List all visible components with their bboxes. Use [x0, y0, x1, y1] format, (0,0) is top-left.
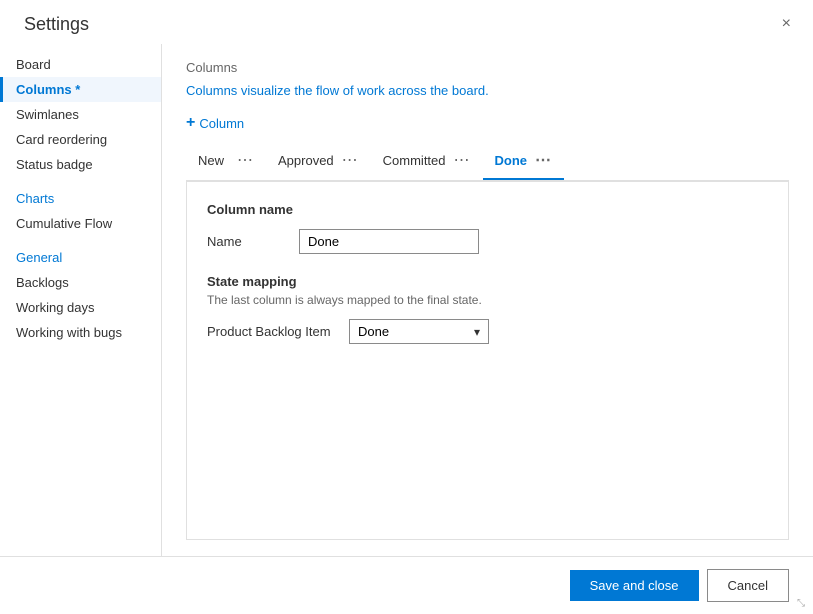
sidebar: Board Columns * Swimlanes Card reorderin… [0, 44, 162, 556]
tab-done[interactable]: Done ⋯ [483, 144, 565, 180]
settings-dialog: Settings × Board Columns * Swimlanes Car… [0, 0, 813, 614]
columns-tabs: New ⋯ Approved ⋯ Committed ⋯ Done ⋯ [186, 144, 789, 181]
column-detail-panel: Column name Name State mapping The last … [186, 181, 789, 540]
tab-approved-label: Approved [278, 153, 334, 168]
sidebar-item-cumulative-flow[interactable]: Cumulative Flow [0, 211, 161, 236]
state-mapping-info: The last column is always mapped to the … [207, 293, 768, 307]
name-field-row: Name [207, 229, 768, 254]
add-column-label: Column [199, 116, 244, 131]
tab-done-label: Done [495, 153, 528, 168]
plus-icon: + [186, 114, 195, 132]
sidebar-item-status-badge[interactable]: Status badge [0, 152, 161, 177]
cancel-button[interactable]: Cancel [707, 569, 789, 602]
state-row: Product Backlog Item Done ▾ [207, 319, 768, 344]
tab-committed-more-icon[interactable]: ⋯ [454, 150, 471, 170]
save-and-close-button[interactable]: Save and close [570, 570, 699, 601]
sidebar-item-board[interactable]: Board [0, 52, 161, 77]
sidebar-item-backlogs[interactable]: Backlogs [0, 270, 161, 295]
dialog-footer: Save and close Cancel [0, 556, 813, 614]
sidebar-section-general: General [0, 236, 161, 270]
column-name-group: Column name Name [207, 202, 768, 254]
dialog-body: Board Columns * Swimlanes Card reorderin… [0, 44, 813, 556]
product-backlog-label: Product Backlog Item [207, 324, 337, 339]
column-name-title: Column name [207, 202, 768, 217]
main-content: Columns Columns visualize the flow of wo… [162, 44, 813, 556]
sidebar-item-card-reordering[interactable]: Card reordering [0, 127, 161, 152]
tab-done-more-icon[interactable]: ⋯ [535, 150, 552, 170]
tab-new-more-icon[interactable]: ⋯ [237, 150, 254, 170]
name-label: Name [207, 234, 287, 249]
close-button[interactable]: × [776, 12, 797, 36]
sidebar-section-charts: Charts [0, 177, 161, 211]
info-text: Columns visualize the flow of work acros… [186, 83, 789, 98]
sidebar-item-working-days[interactable]: Working days [0, 295, 161, 320]
add-column-button[interactable]: + Column [186, 114, 789, 132]
tab-new-label: New [198, 153, 224, 168]
chevron-down-icon: ▾ [474, 325, 480, 339]
state-mapping-section: State mapping The last column is always … [207, 274, 768, 344]
dialog-header: Settings × [0, 0, 813, 44]
product-backlog-value: Done [358, 324, 389, 339]
sidebar-item-working-with-bugs[interactable]: Working with bugs [0, 320, 161, 345]
column-name-input[interactable] [299, 229, 479, 254]
product-backlog-select[interactable]: Done ▾ [349, 319, 489, 344]
tab-approved-more-icon[interactable]: ⋯ [342, 150, 359, 170]
state-mapping-title: State mapping [207, 274, 768, 289]
tab-committed[interactable]: Committed ⋯ [371, 144, 483, 180]
dialog-title: Settings [24, 14, 89, 35]
tab-approved[interactable]: Approved ⋯ [266, 144, 371, 180]
tab-committed-label: Committed [383, 153, 446, 168]
section-title: Columns [186, 60, 789, 75]
sidebar-item-columns[interactable]: Columns * [0, 77, 161, 102]
sidebar-item-swimlanes[interactable]: Swimlanes [0, 102, 161, 127]
tab-new[interactable]: New ⋯ [186, 144, 266, 180]
resize-handle[interactable]: ⤡ [797, 598, 809, 610]
